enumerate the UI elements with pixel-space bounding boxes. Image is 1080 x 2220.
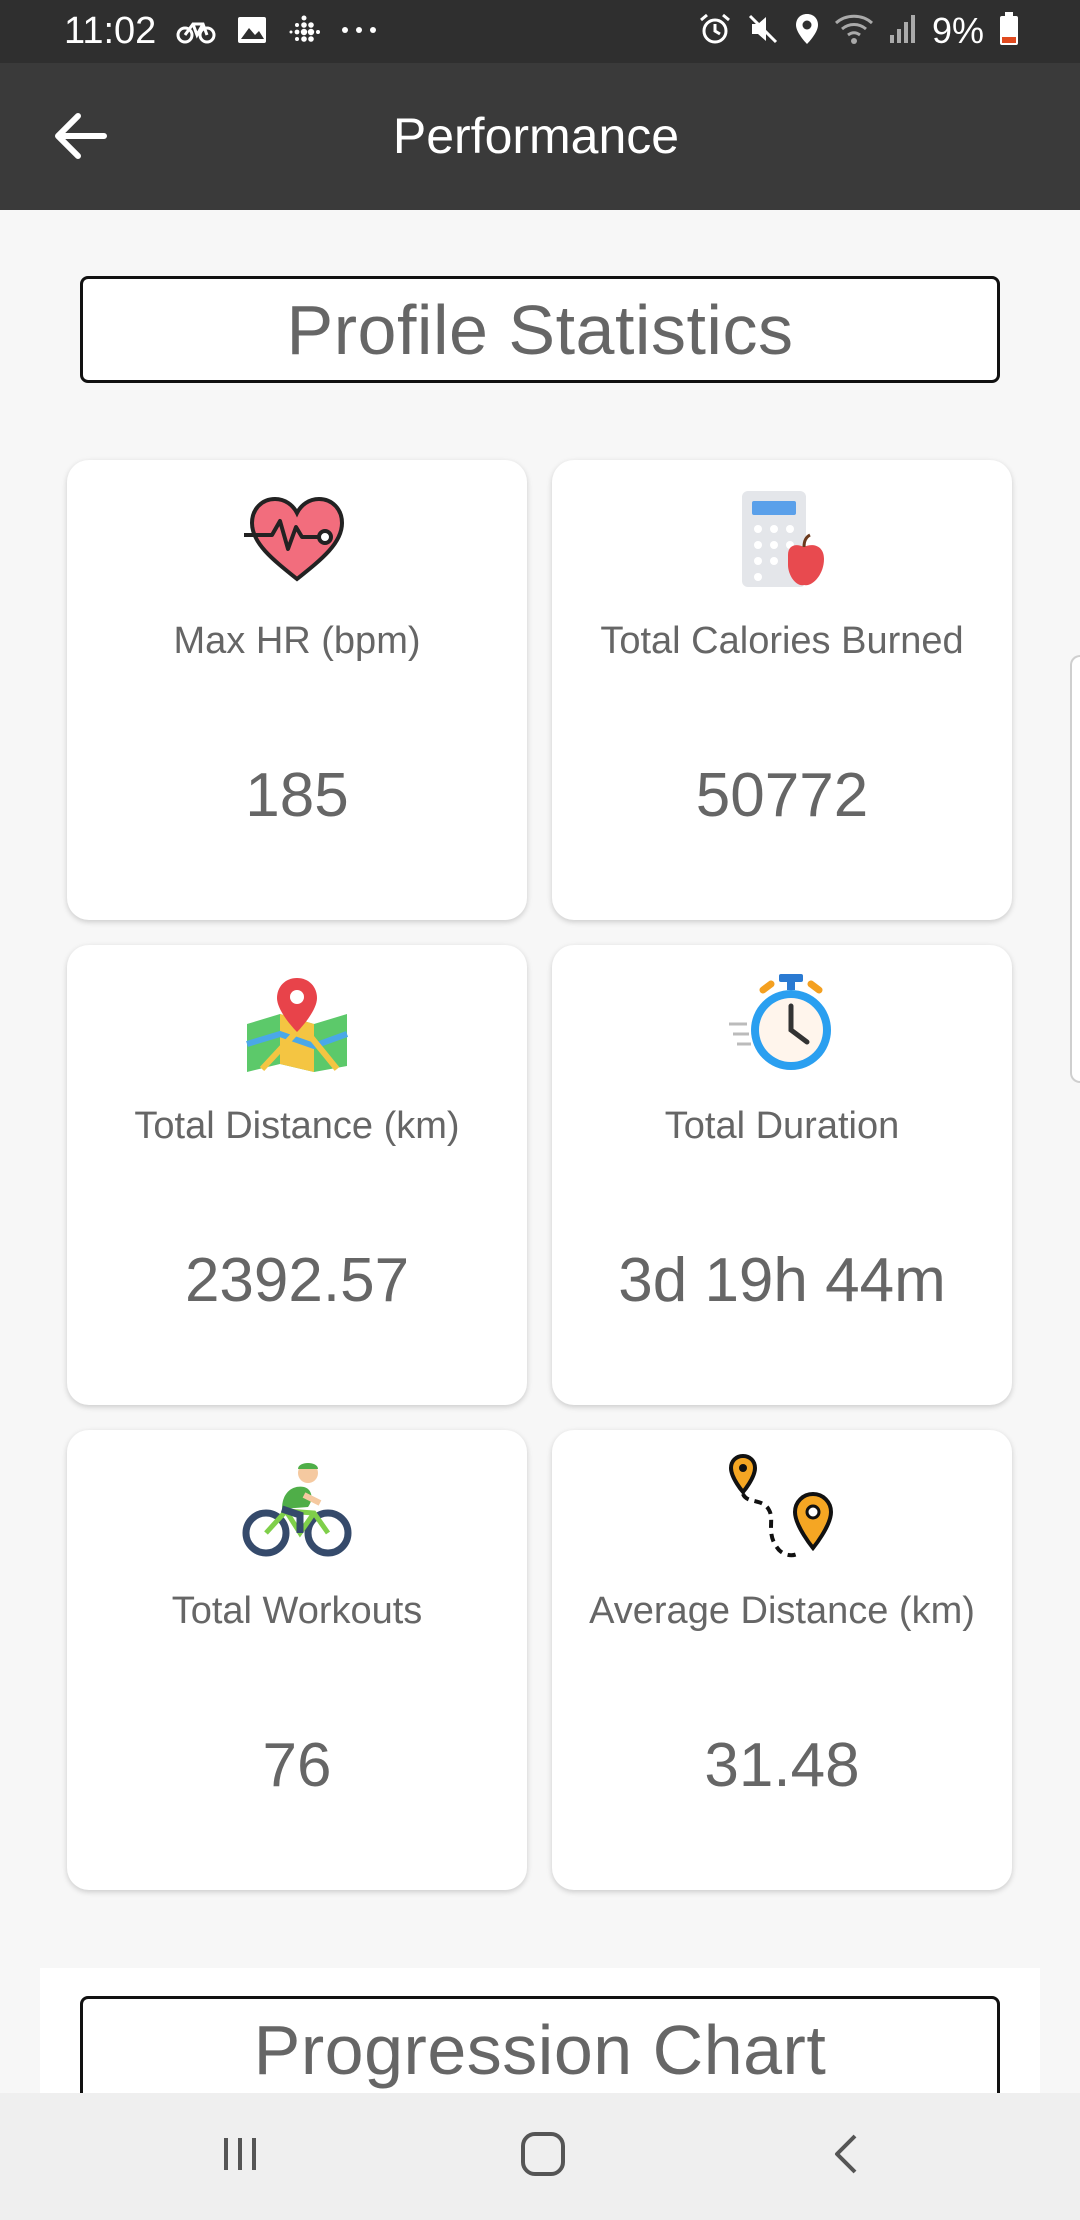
progression-chart-header: Progression Chart xyxy=(80,1996,1000,2103)
stat-card-average-distance[interactable]: Average Distance (km) 31.48 xyxy=(552,1430,1012,1890)
stat-card-total-calories[interactable]: Total Calories Burned 50772 xyxy=(552,460,1012,920)
stat-value: 31.48 xyxy=(704,1731,860,1800)
bike-icon xyxy=(176,15,216,50)
stat-value: 2392.57 xyxy=(184,1246,410,1315)
back-button[interactable] xyxy=(40,103,120,173)
more-dots-icon xyxy=(340,23,378,41)
section-title: Profile Statistics xyxy=(286,290,794,369)
profile-statistics-header: Profile Statistics xyxy=(80,276,1000,383)
stat-value: 76 xyxy=(262,1731,332,1800)
system-back-button[interactable] xyxy=(786,2113,906,2199)
alarm-icon xyxy=(698,12,732,51)
status-system-icons: 9% xyxy=(698,8,1020,54)
stat-label: Average Distance (km) xyxy=(589,1590,975,1632)
stat-value: 50772 xyxy=(695,761,869,830)
cyclist-icon xyxy=(242,1459,352,1564)
edge-panel-handle[interactable] xyxy=(1070,655,1080,1083)
stat-label: Total Calories Burned xyxy=(600,620,964,662)
recent-apps-button[interactable] xyxy=(180,2113,300,2199)
location-icon xyxy=(794,12,820,51)
system-nav-bar xyxy=(0,2093,1080,2220)
heart-rate-icon xyxy=(242,491,352,592)
stat-card-total-workouts[interactable]: Total Workouts 76 xyxy=(67,1430,527,1890)
image-icon xyxy=(236,15,268,50)
back-icon xyxy=(831,2132,861,2181)
stat-value: 3d 19h 44m xyxy=(618,1246,946,1315)
stat-card-total-duration[interactable]: Total Duration 3d 19h 44m xyxy=(552,945,1012,1405)
battery-percent: 9% xyxy=(931,10,984,51)
home-button[interactable] xyxy=(483,2113,603,2199)
map-pin-icon xyxy=(242,974,352,1079)
stat-card-total-distance[interactable]: Total Distance (km) 2392.57 xyxy=(67,945,527,1405)
app-bar: Performance xyxy=(0,63,1080,210)
home-icon xyxy=(519,2130,567,2183)
stat-label: Total Duration xyxy=(664,1105,900,1147)
page-title: Performance xyxy=(392,108,680,164)
fitbit-icon xyxy=(288,14,320,51)
route-icon xyxy=(727,1453,837,1569)
arrow-left-icon xyxy=(52,111,108,166)
section-title: Progression Chart xyxy=(253,2010,827,2089)
wifi-icon xyxy=(834,13,874,50)
mute-icon xyxy=(746,12,780,51)
battery-icon xyxy=(998,11,1020,52)
signal-icon xyxy=(888,13,918,50)
stat-label: Max HR (bpm) xyxy=(173,620,421,662)
stat-label: Total Distance (km) xyxy=(134,1105,460,1147)
status-notification-icons xyxy=(176,12,378,52)
stat-label: Total Workouts xyxy=(171,1590,423,1632)
status-bar: 11:02 9% xyxy=(0,0,1080,63)
status-time: 11:02 xyxy=(64,10,157,52)
recent-apps-icon xyxy=(218,2134,262,2179)
stat-card-max-hr[interactable]: Max HR (bpm) 185 xyxy=(67,460,527,920)
stopwatch-icon xyxy=(727,972,837,1081)
stat-value: 185 xyxy=(245,761,349,830)
calorie-calculator-icon xyxy=(732,487,832,596)
